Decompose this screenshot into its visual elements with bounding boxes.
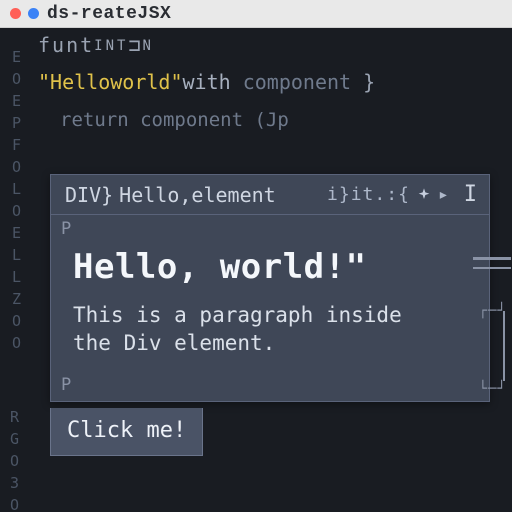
- gutter-char: E: [0, 222, 34, 244]
- sparkle-icon[interactable]: [416, 187, 432, 203]
- gutter-char: O: [0, 332, 34, 354]
- p-tag-top: P: [51, 215, 489, 239]
- gutter-char: O: [0, 200, 34, 222]
- gutter-char: P: [0, 112, 34, 134]
- gutter-char: R: [10, 406, 20, 428]
- code-line-1: funtINT⊐N: [38, 32, 506, 59]
- gutter-char: F: [0, 134, 34, 156]
- gutter-char: L: [0, 244, 34, 266]
- panel-header-i: I: [456, 182, 477, 207]
- gutter-char: E: [0, 46, 34, 68]
- close-icon[interactable]: [10, 8, 21, 19]
- window-titlebar: ds-reateJSX: [0, 0, 512, 28]
- gutter-char: E: [0, 90, 34, 112]
- gutter-char: 3: [10, 472, 20, 494]
- click-me-button[interactable]: Click me!: [50, 408, 203, 456]
- gutter-char: Z: [0, 288, 34, 310]
- gutter-char: G: [10, 428, 20, 450]
- panel-markers: ┌─┘ └─┘: [465, 249, 511, 373]
- gutter-char: O: [0, 68, 34, 90]
- gutter-char: L: [0, 178, 34, 200]
- preview-panel: DIV} Hello,element i}it.:{ ▸ I P Hello, …: [50, 174, 490, 402]
- code-editor[interactable]: EOEPFOLOELLZOO funtINT⊐N "Helloworld"wit…: [0, 28, 512, 512]
- rendered-paragraph: This is a paragraph inside the Div eleme…: [73, 301, 413, 357]
- chevron-right-icon[interactable]: ▸: [438, 184, 450, 205]
- panel-header[interactable]: DIV} Hello,element i}it.:{ ▸ I: [51, 175, 489, 215]
- window-title: ds-reateJSX: [47, 4, 171, 24]
- panel-toolbar-glyphs[interactable]: i}it.:{ ▸: [327, 184, 450, 205]
- code-area[interactable]: funtINT⊐N "Helloworld"with component } r…: [38, 32, 506, 133]
- minimize-icon[interactable]: [28, 8, 39, 19]
- code-line-2: "Helloworld"with component }: [38, 69, 506, 95]
- panel-tag: DIV}: [65, 183, 113, 207]
- traffic-lights: [10, 8, 39, 19]
- code-line-3: return component (Jp: [38, 107, 506, 133]
- gutter-char: O: [0, 156, 34, 178]
- rendered-heading: Hello, world!": [73, 247, 467, 287]
- p-tag-bottom: P: [51, 373, 489, 401]
- gutter-char: O: [0, 310, 34, 332]
- line-gutter-lower: RGO3OUP?: [10, 406, 20, 512]
- gutter-char: L: [0, 266, 34, 288]
- panel-body: Hello, world!" This is a paragraph insid…: [51, 239, 489, 373]
- string-literal: "Helloworld": [38, 70, 183, 94]
- panel-title: Hello,element: [119, 183, 276, 207]
- gutter-char: O: [10, 494, 20, 512]
- gutter-char: O: [10, 450, 20, 472]
